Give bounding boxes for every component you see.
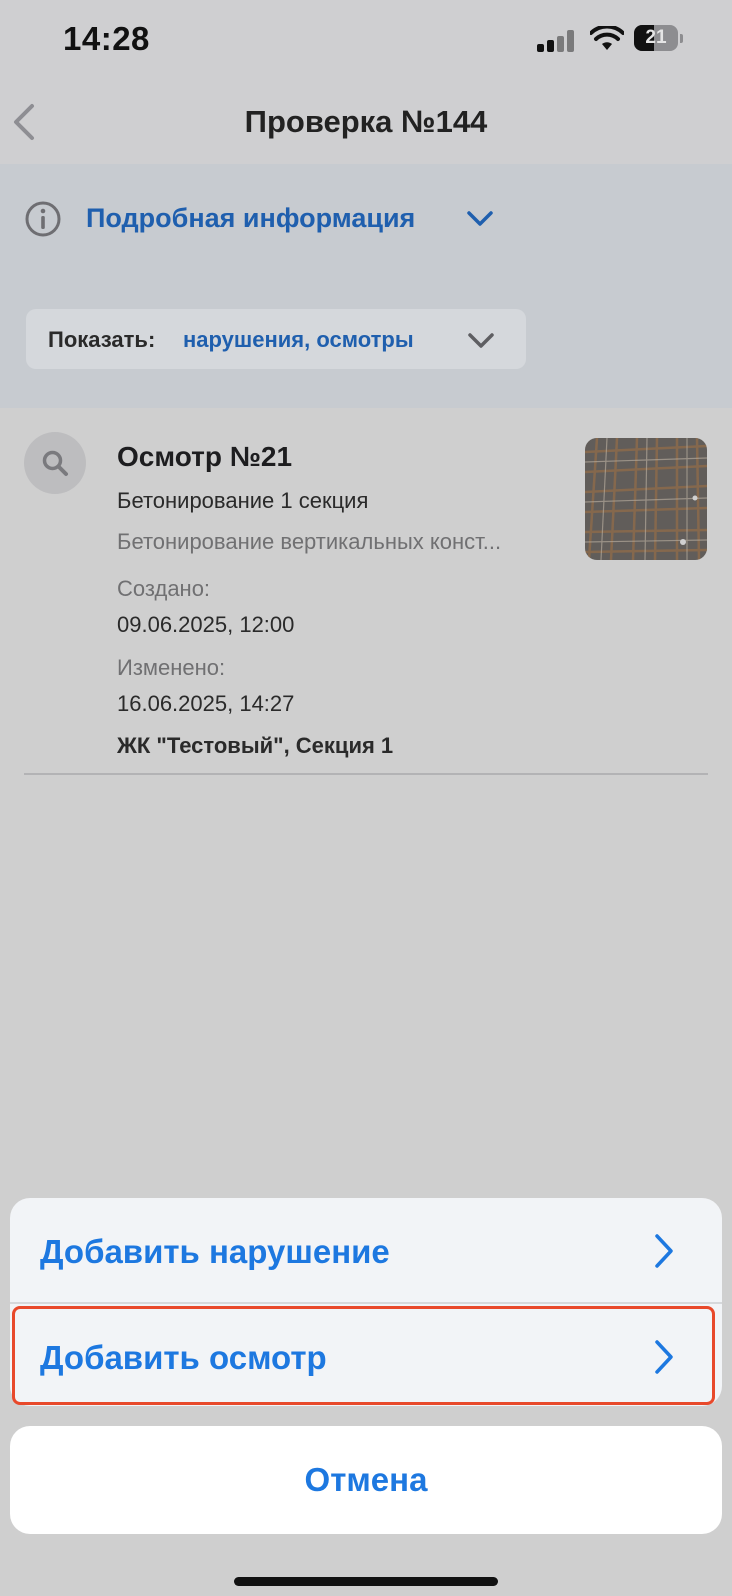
cancel-label[interactable]: Отмена: [10, 1461, 722, 1499]
photo-thumbnail[interactable]: [585, 438, 707, 560]
item-title: Осмотр №21: [117, 441, 293, 472]
created-value: 09.06.2025, 12:00: [117, 612, 295, 637]
item-location: ЖК "Тестовый", Секция 1: [117, 733, 394, 758]
search-icon: [42, 450, 68, 476]
add-inspection-highlight[interactable]: [12, 1306, 715, 1405]
page-title: Проверка №144: [244, 104, 488, 139]
filter-value[interactable]: нарушения, осмотры: [183, 327, 414, 353]
info-icon: [25, 201, 61, 237]
battery-level: 21: [645, 27, 667, 48]
home-indicator[interactable]: [234, 1577, 498, 1586]
cellular-signal-icon: [537, 30, 583, 52]
item-subtitle: Бетонирование 1 секция: [117, 488, 369, 513]
battery-icon: 21: [634, 25, 684, 51]
status-time: 14:28: [63, 20, 150, 57]
item-description: Бетонирование вертикальных конст...: [117, 529, 502, 554]
created-label: Создано:: [117, 576, 211, 601]
modified-value: 16.06.2025, 14:27: [117, 691, 295, 716]
add-violation-label[interactable]: Добавить нарушение: [40, 1233, 390, 1271]
chevron-right-icon[interactable]: [653, 1233, 675, 1269]
action-separator: [10, 1302, 722, 1304]
modified-label: Изменено:: [117, 655, 226, 680]
list-divider: [24, 773, 708, 775]
chevron-down-icon[interactable]: [466, 210, 494, 228]
chevron-down-icon[interactable]: [467, 332, 495, 350]
wifi-icon: [590, 26, 624, 50]
filter-prefix: Показать:: [48, 327, 156, 352]
details-label[interactable]: Подробная информация: [86, 203, 415, 234]
